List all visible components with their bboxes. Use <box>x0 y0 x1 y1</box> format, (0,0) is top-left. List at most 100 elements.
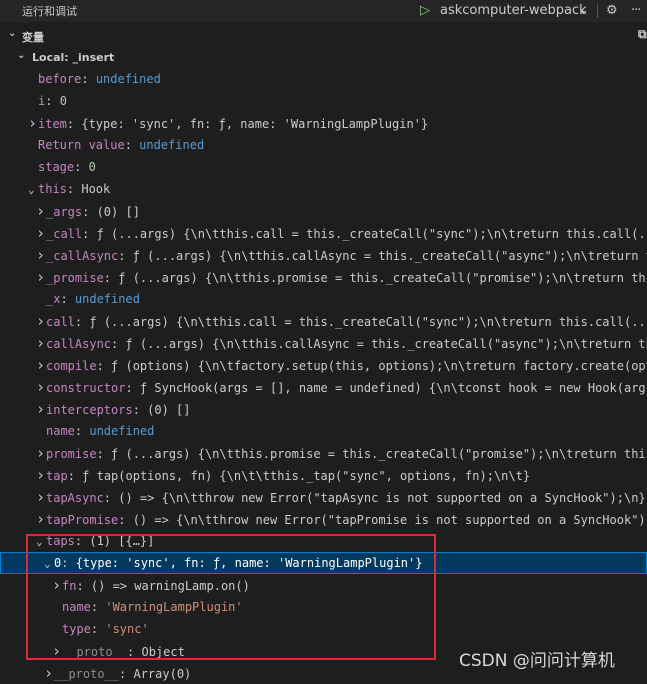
variable-row[interactable]: ›callAsync: ƒ (...args) {\n\tthis.callAs… <box>0 332 647 354</box>
variable-row[interactable]: type: 'sync' <box>0 618 647 640</box>
variable-value: ƒ (...args) {\n\tthis.call = this._creat… <box>89 315 647 329</box>
chevron-down-icon[interactable]: ⌄ <box>28 179 38 200</box>
chevron-right-icon[interactable]: › <box>36 354 46 376</box>
variable-name: before <box>38 72 82 86</box>
chevron-right-icon[interactable]: › <box>36 244 46 266</box>
variable-row[interactable]: ›_call: ƒ (...args) {\n\tthis.call = thi… <box>0 222 647 244</box>
chevron-right-icon[interactable]: › <box>28 112 38 134</box>
variable-value: {type: 'sync', fn: ƒ, name: 'WarningLamp… <box>81 117 429 131</box>
variable-value: Array(0) <box>133 667 192 681</box>
name-value-separator: : <box>81 72 96 86</box>
variable-row[interactable]: stage: 0 <box>0 156 647 178</box>
name-value-separator: : <box>132 403 148 417</box>
name-value-separator: : <box>103 491 119 505</box>
variable-row[interactable]: ›tapPromise: () => {\n\tthrow new Error(… <box>0 508 647 530</box>
variable-row[interactable]: ⌄ taps: (1) [{…}] <box>0 530 647 552</box>
variable-name: _call <box>46 227 83 241</box>
variable-value: 0 <box>88 160 96 174</box>
chevron-down-icon[interactable]: ⌄ <box>44 553 54 574</box>
watermark: CSDN @问问计算机 <box>459 651 615 671</box>
collapse-all-icon[interactable]: ⧉ <box>638 27 647 42</box>
variable-row[interactable]: ⌄ this: Hook <box>0 178 647 200</box>
name-value-separator: : <box>124 138 140 152</box>
variable-value: {type: 'sync', fn: ƒ, name: 'WarningLamp… <box>75 556 423 570</box>
variable-row[interactable]: name: undefined <box>0 420 647 442</box>
toolbar-divider <box>597 4 598 18</box>
variable-row[interactable]: ›constructor: ƒ SyncHook(args = [], name… <box>0 376 647 398</box>
chevron-down-icon[interactable]: ⌄ <box>578 1 589 21</box>
scope-label: Local: _insert <box>32 51 115 64</box>
name-value-separator: : <box>103 271 119 285</box>
variable-name: name <box>62 600 91 614</box>
variable-row[interactable]: before: undefined <box>0 68 647 90</box>
chevron-right-icon[interactable]: › <box>52 574 62 596</box>
variable-name: _callAsync <box>46 249 119 263</box>
variable-name: interceptors <box>46 403 133 417</box>
variable-row[interactable]: ›call: ƒ (...args) {\n\tthis.call = this… <box>0 310 647 332</box>
variable-row[interactable]: name: 'WarningLampPlugin' <box>0 596 647 618</box>
gear-icon[interactable]: ⚙ <box>606 1 618 21</box>
name-value-separator: : <box>61 556 76 570</box>
chevron-right-icon[interactable]: › <box>52 640 62 662</box>
chevron-right-icon[interactable]: › <box>36 442 46 464</box>
variables-section-header[interactable]: ⌄ 变量 ⧉ <box>0 26 647 46</box>
variable-name: _args <box>46 205 83 219</box>
variable-name: tapAsync <box>46 491 104 505</box>
launch-config-selector[interactable]: askcomputer-webpack <box>440 1 587 21</box>
variable-row[interactable]: ⌄ 0: {type: 'sync', fn: ƒ, name: 'Warning… <box>0 552 647 574</box>
variable-row[interactable]: ›_callAsync: ƒ (...args) {\n\tthis.callA… <box>0 244 647 266</box>
chevron-right-icon[interactable]: › <box>36 398 46 420</box>
name-value-separator: : <box>96 359 112 373</box>
variable-row[interactable]: ›_promise: ƒ (...args) {\n\tthis.promise… <box>0 266 647 288</box>
chevron-right-icon[interactable]: › <box>36 222 46 244</box>
variable-name: constructor <box>46 381 126 395</box>
variable-row[interactable]: ›promise: ƒ (...args) {\n\tthis.promise … <box>0 442 647 464</box>
chevron-down-icon[interactable]: ⌄ <box>36 531 46 552</box>
name-value-separator: : <box>60 292 75 306</box>
chevron-right-icon[interactable]: › <box>36 266 46 288</box>
name-value-separator: : <box>96 447 112 461</box>
variable-name: tapPromise <box>46 513 119 527</box>
chevron-right-icon[interactable]: › <box>44 662 54 684</box>
variable-value: () => {\n\tthrow new Error("tapPromise i… <box>132 513 647 527</box>
variable-name: name <box>46 424 75 438</box>
name-value-separator: : <box>119 667 134 681</box>
variable-row[interactable]: ›item: {type: 'sync', fn: ƒ, name: 'Warn… <box>0 112 647 134</box>
variable-row[interactable]: _x: undefined <box>0 288 647 310</box>
name-value-separator: : <box>66 117 82 131</box>
variable-name: _promise <box>46 271 104 285</box>
variable-row[interactable]: ›_args: (0) [] <box>0 200 647 222</box>
play-icon[interactable]: ▷ <box>420 1 434 21</box>
variable-value: ƒ (options) {\n\tfactory.setup(this, opt… <box>111 359 647 373</box>
view-title: 运行和调试 <box>22 5 77 18</box>
variable-value: (0) [] <box>147 403 191 417</box>
chevron-right-icon[interactable]: › <box>36 376 46 398</box>
variable-row[interactable]: ›compile: ƒ (options) {\n\tfactory.setup… <box>0 354 647 376</box>
variable-name: __proto__ <box>62 645 128 659</box>
chevron-down-icon: ⌄ <box>8 28 17 39</box>
more-icon[interactable]: ··· <box>631 1 641 21</box>
variable-value: undefined <box>89 424 155 438</box>
variable-value: () => warningLamp.on() <box>90 579 250 593</box>
chevron-right-icon[interactable]: › <box>36 464 46 486</box>
name-value-separator: : <box>74 424 90 438</box>
chevron-right-icon[interactable]: › <box>36 486 46 508</box>
variable-row[interactable]: Return value: undefined <box>0 134 647 156</box>
variable-row[interactable]: ›interceptors: (0) [] <box>0 398 647 420</box>
chevron-right-icon[interactable]: › <box>36 200 46 222</box>
chevron-right-icon[interactable]: › <box>36 508 46 530</box>
chevron-right-icon[interactable]: › <box>36 332 46 354</box>
variable-row[interactable]: ›tap: ƒ tap(options, fn) {\n\t\tthis._ta… <box>0 464 647 486</box>
variable-value: undefined <box>95 72 161 86</box>
variable-row[interactable]: ›tapAsync: () => {\n\tthrow new Error("t… <box>0 486 647 508</box>
variable-name: this <box>38 182 67 196</box>
variable-row[interactable]: ›fn: () => warningLamp.on() <box>0 574 647 596</box>
variable-row[interactable]: i: 0 <box>0 90 647 112</box>
variable-name: tap <box>46 469 68 483</box>
chevron-right-icon[interactable]: › <box>36 310 46 332</box>
scope-local[interactable]: ⌄ Local: _insert <box>0 48 647 68</box>
name-value-separator: : <box>74 160 89 174</box>
section-label: 变量 <box>22 31 44 44</box>
name-value-separator: : <box>82 205 97 219</box>
variable-value: ƒ (...args) {\n\tthis.promise = this._cr… <box>111 447 647 461</box>
